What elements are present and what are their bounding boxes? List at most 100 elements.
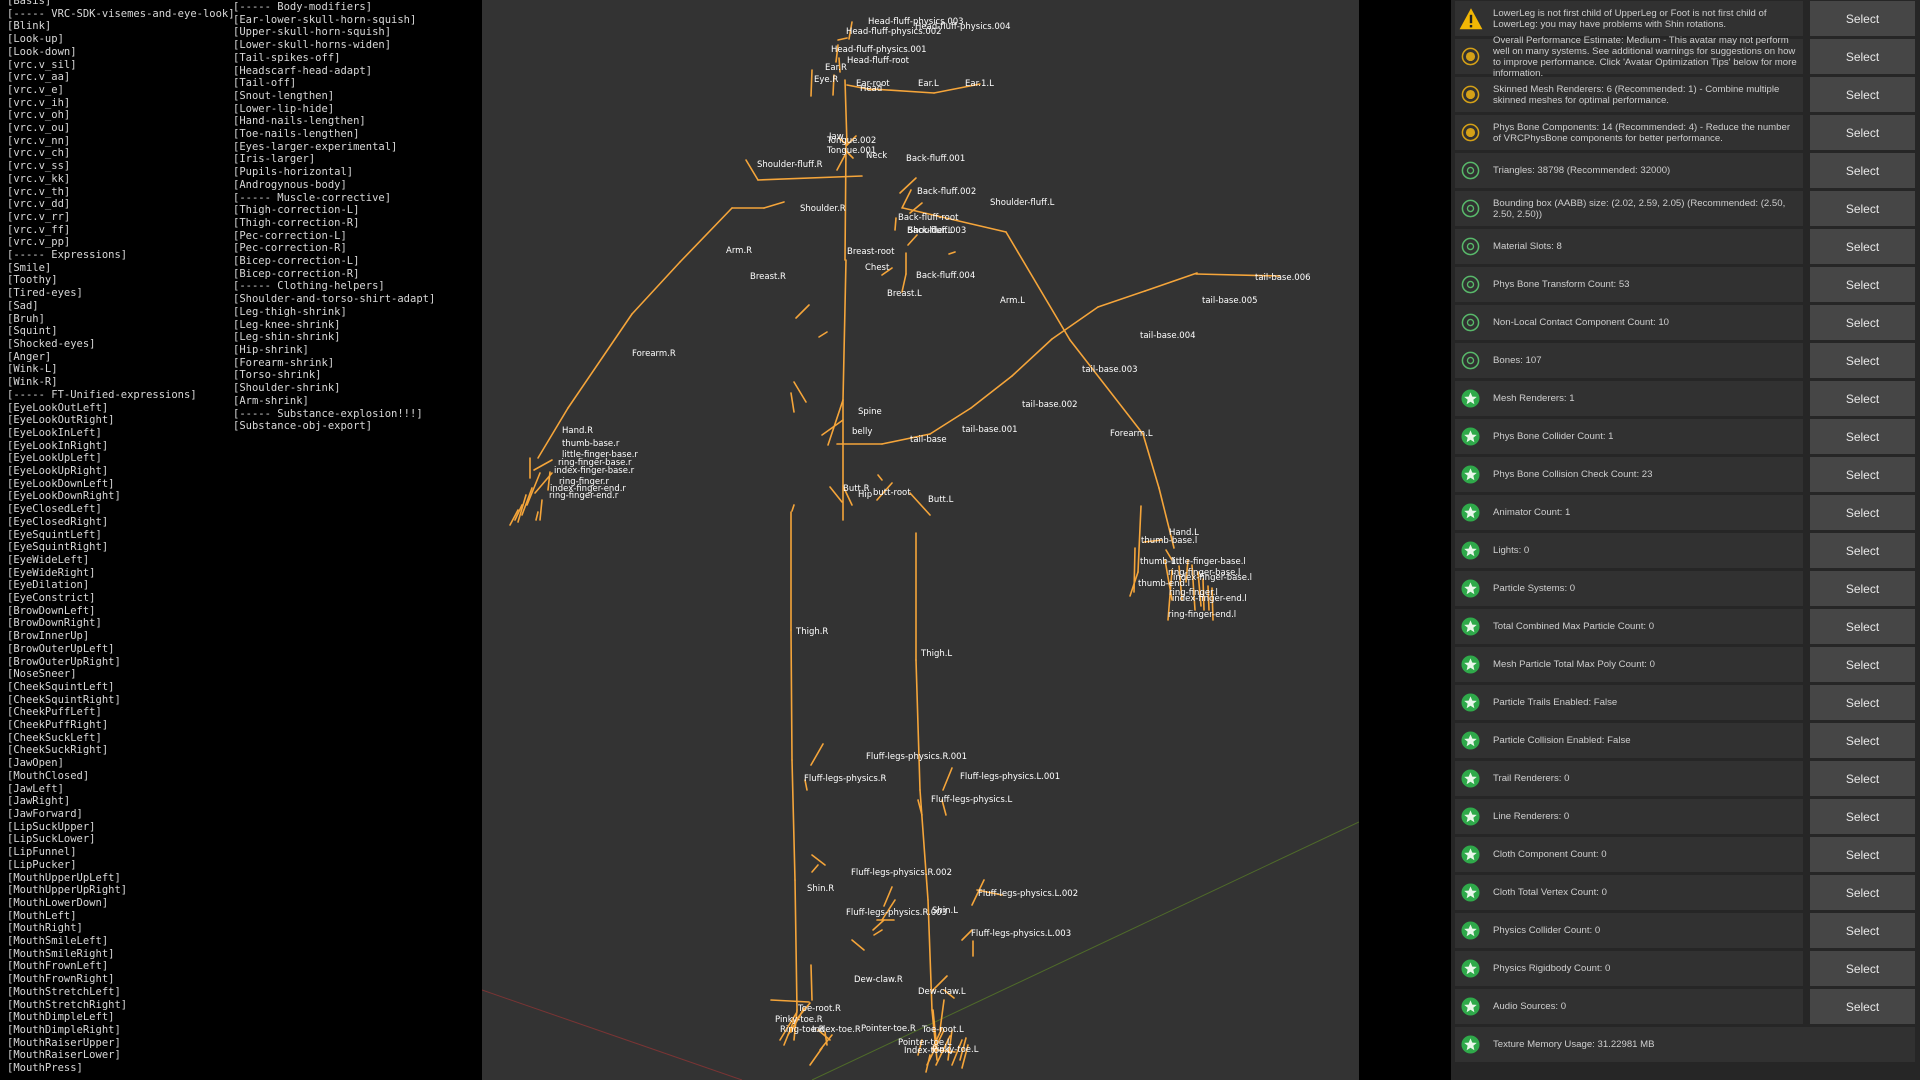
shape-key-item: [Pupils-horizontal]: [233, 166, 354, 179]
bone-label: Back-fluff.001: [906, 154, 965, 164]
select-button[interactable]: Select: [1810, 115, 1915, 150]
select-button[interactable]: Select: [1810, 457, 1915, 492]
bone-label: butt-root: [873, 488, 911, 498]
bone-segment: [919, 789, 929, 901]
panel-gap: [1359, 0, 1451, 1080]
select-button[interactable]: Select: [1810, 39, 1915, 74]
performance-message: Cloth Component Count: 0: [1455, 837, 1803, 872]
bone-label: tail-base.002: [1022, 400, 1078, 410]
shape-key-item: [JawRight]: [7, 795, 71, 808]
shape-key-item: [MouthLowerDown]: [7, 896, 109, 909]
shape-key-item: [MouthRight]: [7, 922, 83, 935]
select-button[interactable]: Select: [1810, 723, 1915, 758]
shape-key-item: [MouthSmileLeft]: [7, 935, 109, 948]
select-button[interactable]: Select: [1810, 381, 1915, 416]
shape-key-item: [Eyes-larger-experimental]: [233, 140, 398, 153]
shape-key-item: [Leg-thigh-shrink]: [233, 305, 347, 318]
performance-row: Particle Trails Enabled: False Select: [1455, 685, 1915, 720]
select-button[interactable]: Select: [1810, 343, 1915, 378]
bone-segment: [1011, 338, 1053, 377]
bone-label: Pinky-toe.R: [775, 1015, 823, 1025]
shape-key-item: [CheekPuffRight]: [7, 719, 109, 732]
shape-key-item: [vrc.v_oh]: [7, 109, 71, 122]
shape-key-item: [EyeLookDownRight]: [7, 490, 121, 503]
performance-message-text: Phys Bone Collision Check Count: 23: [1493, 469, 1653, 480]
shape-key-item: [Androgynous-body]: [233, 178, 347, 191]
shape-key-item: [JawOpen]: [7, 757, 64, 770]
bone-label: Shoulder.R: [800, 204, 846, 214]
select-button[interactable]: Select: [1810, 837, 1915, 872]
bone-label: Neck: [866, 151, 887, 161]
bone-label: Fluff-legs-physics.L: [931, 795, 1012, 805]
shape-key-item: [Tired-eyes]: [7, 287, 83, 300]
shape-key-item: [MouthFrownLeft]: [7, 960, 109, 973]
bone-label: Shoulder-fluff.L: [990, 198, 1055, 208]
bone-label: Index-toe.R: [812, 1025, 861, 1035]
shape-key-item: [----- Expressions]: [7, 249, 128, 262]
shape-key-item: [CheekSuckLeft]: [7, 731, 102, 744]
shape-key-item: [LipSuckUpper]: [7, 820, 96, 833]
bone-label: Hand.R: [562, 426, 593, 436]
select-button[interactable]: Select: [1810, 761, 1915, 796]
select-button[interactable]: Select: [1810, 305, 1915, 340]
performance-message-text: Phys Bone Collider Count: 1: [1493, 431, 1614, 442]
performance-message-text: Total Combined Max Particle Count: 0: [1493, 621, 1655, 632]
select-button[interactable]: Select: [1810, 609, 1915, 644]
select-button[interactable]: Select: [1810, 267, 1915, 302]
shape-key-item: [Toothy]: [7, 274, 58, 287]
shape-key-item: [vrc.v_ou]: [7, 122, 71, 135]
select-button[interactable]: Select: [1810, 229, 1915, 264]
select-button[interactable]: Select: [1810, 685, 1915, 720]
select-button[interactable]: Select: [1810, 1, 1915, 36]
select-button[interactable]: Select: [1810, 191, 1915, 226]
select-button[interactable]: Select: [1810, 989, 1915, 1024]
bone-segment: [925, 1054, 931, 1073]
shape-key-item: [MouthDimpleRight]: [7, 1023, 121, 1036]
shape-key-item: [Thigh-correction-R]: [233, 216, 360, 229]
shape-key-item: [Pec-correction-L]: [233, 229, 347, 242]
performance-message: Particle Collision Enabled: False: [1455, 723, 1803, 758]
shape-key-item: [Bicep-correction-L]: [233, 255, 360, 268]
shape-key-item: [----- VRC-SDK-visemes-and-eye-look]: [7, 7, 235, 20]
select-button[interactable]: Select: [1810, 571, 1915, 606]
select-button[interactable]: Select: [1810, 77, 1915, 112]
shape-key-item: [LipFunnel]: [7, 846, 77, 859]
bone-segment: [567, 313, 633, 409]
performance-message: Phys Bone Collider Count: 1: [1455, 419, 1803, 454]
performance-message-text: Material Slots: 8: [1493, 241, 1562, 252]
bone-label: Thigh.L: [920, 649, 952, 659]
bone-segment: [837, 37, 848, 41]
performance-row: Phys Bone Transform Count: 53 Select: [1455, 267, 1915, 302]
bone-label: tail-base.001: [962, 425, 1018, 435]
bone-label: Toe-root.L: [921, 1025, 964, 1035]
performance-message-text: Bounding box (AABB) size: (2.02, 2.59, 2…: [1493, 197, 1786, 220]
bone-segment: [631, 261, 681, 315]
performance-row: Overall Performance Estimate: Medium - T…: [1455, 35, 1915, 79]
bone-label: Butt.L: [928, 495, 954, 505]
select-button[interactable]: Select: [1810, 495, 1915, 530]
select-button[interactable]: Select: [1810, 153, 1915, 188]
select-button[interactable]: Select: [1810, 875, 1915, 910]
performance-row: Line Renderers: 0 Select: [1455, 799, 1915, 834]
shape-key-item: [EyeSquintRight]: [7, 541, 109, 554]
performance-message-text: Particle Trails Enabled: False: [1493, 697, 1618, 708]
performance-message: Bounding box (AABB) size: (2.02, 2.59, 2…: [1455, 191, 1803, 226]
performance-message-text: Bones: 107: [1493, 355, 1542, 366]
armature-viewport[interactable]: Head-fluff-physics.003 Head-fluff-physics…: [482, 0, 1359, 1080]
select-button[interactable]: Select: [1810, 419, 1915, 454]
bone-segment: [533, 459, 553, 471]
bone-label: ring-finger-end.r: [549, 491, 619, 501]
bone-label: belly: [852, 427, 872, 437]
shape-key-item: [MouthLeft]: [7, 909, 77, 922]
bone-label: Tongue.002: [826, 136, 876, 146]
select-button[interactable]: Select: [1810, 533, 1915, 568]
shape-key-item: [vrc.v_pp]: [7, 236, 71, 249]
select-button[interactable]: Select: [1810, 799, 1915, 834]
select-button[interactable]: Select: [1810, 913, 1915, 948]
performance-row: Bounding box (AABB) size: (2.02, 2.59, 2…: [1455, 191, 1915, 226]
shape-key-item: [CheekSuckRight]: [7, 744, 109, 757]
select-button[interactable]: Select: [1810, 647, 1915, 682]
select-button[interactable]: Select: [1810, 951, 1915, 986]
performance-row: Non-Local Contact Component Count: 10 Sel…: [1455, 305, 1915, 340]
bone-segment: [1144, 272, 1198, 292]
